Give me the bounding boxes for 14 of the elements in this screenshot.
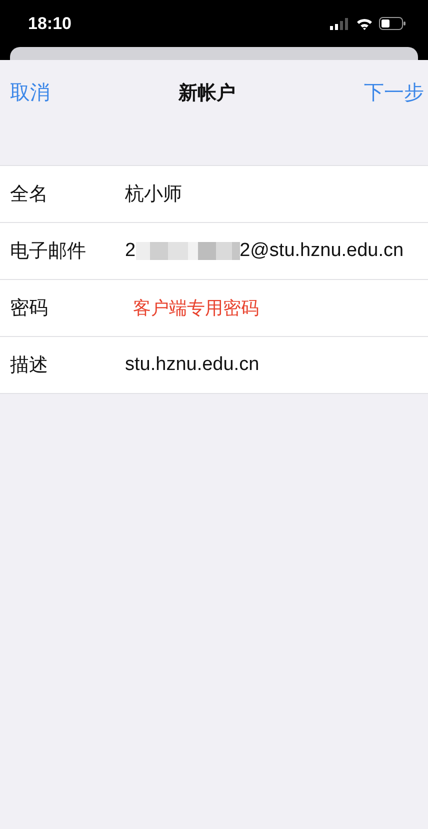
nav-title: 新帐户 — [178, 82, 236, 106]
annotation-text: 客户端专用密码 — [133, 297, 259, 320]
field-value[interactable]: 2@stu.hznu.edu.cn — [240, 240, 404, 262]
field-value[interactable]: 杭小师 — [125, 181, 182, 207]
status-time: 18:10 — [28, 14, 72, 34]
field-value[interactable]: 2 — [125, 240, 136, 262]
field-label: 密码 — [9, 297, 49, 321]
field-label: 描述 — [9, 354, 49, 378]
field-label: 全名 — [9, 183, 49, 207]
battery-icon — [379, 17, 406, 30]
wifi-icon — [356, 18, 373, 30]
signal-icon — [330, 18, 350, 30]
field-label: 电子邮件 — [9, 240, 87, 264]
field-value[interactable]: stu.hznu.edu.cn — [125, 354, 260, 376]
